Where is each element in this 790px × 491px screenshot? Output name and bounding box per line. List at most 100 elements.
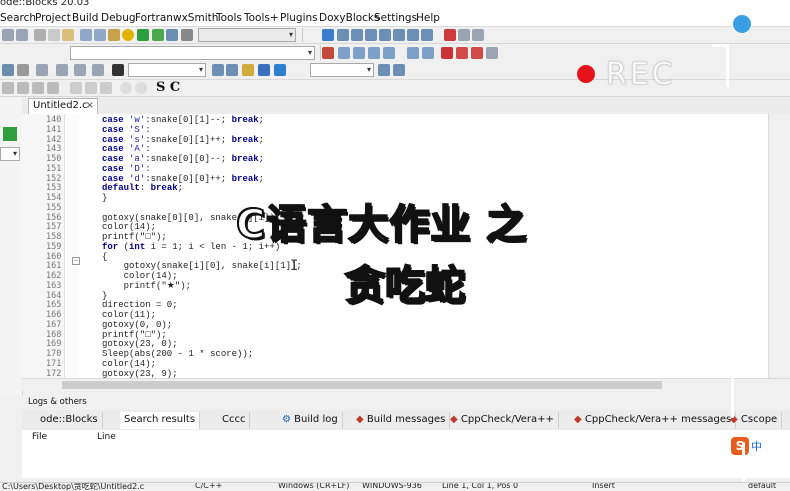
replace-icon[interactable] bbox=[94, 29, 106, 41]
next-change-icon[interactable] bbox=[422, 47, 434, 59]
nav-forward-icon[interactable] bbox=[226, 64, 238, 76]
code-line: case 's':snake[0][1]++; break; bbox=[102, 134, 265, 145]
search-select[interactable]: ▾ bbox=[310, 63, 374, 77]
rect-paste-icon[interactable] bbox=[100, 82, 112, 94]
menu-project[interactable]: Project bbox=[35, 12, 71, 24]
redo-icon[interactable] bbox=[16, 29, 28, 41]
abort-icon[interactable] bbox=[181, 29, 193, 41]
menu-tools[interactable]: Tools bbox=[216, 12, 242, 24]
copy-icon[interactable] bbox=[48, 29, 60, 41]
step-into-icon[interactable] bbox=[365, 29, 377, 41]
flag-prev-icon[interactable] bbox=[456, 47, 468, 59]
jump-forward-icon[interactable] bbox=[383, 47, 395, 59]
terminal-icon[interactable] bbox=[112, 64, 124, 76]
menu-plugins[interactable]: Plugins bbox=[280, 12, 318, 24]
menu-build[interactable]: Build bbox=[72, 12, 98, 24]
options-icon[interactable] bbox=[17, 64, 29, 76]
tab-untitled2[interactable]: Untitled2.c × bbox=[28, 98, 98, 114]
menu-fortran[interactable]: Fortran bbox=[135, 12, 173, 24]
layout-a-icon[interactable] bbox=[2, 82, 14, 94]
step-out-icon[interactable] bbox=[379, 29, 391, 41]
debug-continue-icon[interactable] bbox=[322, 29, 334, 41]
log-tab-cppcheck-messages[interactable]: ◆ CppCheck/Vera++ messages bbox=[570, 412, 737, 429]
log-tab-codeblocks[interactable]: ode::Blocks bbox=[36, 412, 103, 429]
break-debugger-icon[interactable] bbox=[421, 29, 433, 41]
vertical-scrollbar[interactable] bbox=[768, 114, 790, 378]
nav-back-icon[interactable] bbox=[212, 64, 224, 76]
menu-doxyblocks[interactable]: DoxyBlocks bbox=[319, 12, 379, 24]
run-icon[interactable] bbox=[137, 29, 149, 41]
arrow-right-icon[interactable] bbox=[92, 64, 104, 76]
log-tab-cccc[interactable]: Cccc bbox=[218, 412, 251, 429]
scope-select[interactable]: ▾ bbox=[70, 46, 315, 60]
prev-bookmark-icon[interactable] bbox=[338, 47, 350, 59]
menu-wxsmith[interactable]: wxSmith bbox=[173, 12, 218, 24]
regex-icon[interactable] bbox=[274, 64, 286, 76]
record-dot-icon bbox=[577, 65, 595, 83]
build-target-select[interactable]: ▾ bbox=[198, 28, 296, 42]
various-info-icon[interactable] bbox=[472, 29, 484, 41]
menu-search[interactable]: Search bbox=[0, 12, 36, 24]
fold-toggle-icon[interactable]: − bbox=[72, 257, 80, 265]
search-icon[interactable] bbox=[378, 64, 390, 76]
toggle-bookmark-icon[interactable] bbox=[322, 47, 334, 59]
search-options-icon[interactable] bbox=[393, 64, 405, 76]
prev-change-icon[interactable] bbox=[407, 47, 419, 59]
line-number: 152 bbox=[46, 173, 62, 184]
project-icon[interactable] bbox=[3, 127, 17, 141]
layout-c-icon[interactable] bbox=[32, 82, 44, 94]
zoom-out-icon[interactable] bbox=[135, 82, 147, 94]
flag-red-icon[interactable] bbox=[441, 47, 453, 59]
code-line: Sleep(abs(200 - 1 * score)); bbox=[102, 349, 254, 359]
find-icon[interactable] bbox=[80, 29, 92, 41]
gear-icon[interactable] bbox=[122, 29, 134, 41]
rec-label: REC bbox=[606, 57, 676, 93]
menu-tools-plus[interactable]: Tools+ bbox=[244, 12, 279, 24]
flag-next-icon[interactable] bbox=[471, 47, 483, 59]
log-tab-build-messages[interactable]: ◆ Build messages bbox=[352, 412, 451, 429]
log-tab-cppcheck[interactable]: ◆ CppCheck/Vera++ bbox=[446, 412, 559, 429]
rebuild-icon[interactable] bbox=[166, 29, 178, 41]
next-instruction-icon[interactable] bbox=[393, 29, 405, 41]
line-number: 168 bbox=[46, 329, 62, 340]
log-tab-search-results[interactable]: Search results bbox=[120, 412, 201, 429]
next-line-icon[interactable] bbox=[351, 29, 363, 41]
menu-settings[interactable]: Settings bbox=[374, 12, 417, 24]
undo-icon[interactable] bbox=[2, 29, 14, 41]
horizontal-scroll-thumb[interactable] bbox=[62, 381, 662, 389]
rect-copy-icon[interactable] bbox=[85, 82, 97, 94]
bullet-icon[interactable] bbox=[56, 64, 68, 76]
horizontal-scrollbar[interactable] bbox=[22, 378, 790, 391]
rect-select-icon[interactable] bbox=[70, 82, 82, 94]
wrench-icon[interactable] bbox=[36, 64, 48, 76]
format-aa-icon[interactable] bbox=[258, 64, 270, 76]
layout-b-icon[interactable] bbox=[17, 82, 29, 94]
log-tab-cscope[interactable]: ◆ Cscope bbox=[726, 412, 783, 429]
cut-icon[interactable] bbox=[34, 29, 46, 41]
fortran-jump-icon[interactable] bbox=[242, 64, 254, 76]
panel-select[interactable]: ▾ bbox=[0, 147, 20, 161]
run-to-cursor-icon[interactable] bbox=[337, 29, 349, 41]
build-run-icon[interactable] bbox=[152, 29, 164, 41]
zoom-in-icon[interactable] bbox=[120, 82, 132, 94]
next-bookmark-icon[interactable] bbox=[353, 47, 365, 59]
step-instruction-icon[interactable] bbox=[407, 29, 419, 41]
log-tab-build-log[interactable]: ⚙ Build log bbox=[278, 412, 343, 429]
build-settings-icon[interactable] bbox=[108, 29, 120, 41]
status-position: Line 1, Col 1, Pos 0 bbox=[442, 482, 519, 490]
paste-icon[interactable] bbox=[62, 29, 74, 41]
menu-debug[interactable]: Debug bbox=[101, 12, 136, 24]
sc-label[interactable]: S C bbox=[156, 80, 180, 95]
debug-windows-icon[interactable] bbox=[458, 29, 470, 41]
close-icon[interactable]: × bbox=[86, 100, 94, 111]
stop-icon[interactable] bbox=[74, 64, 86, 76]
stop-debugger-icon[interactable] bbox=[444, 29, 456, 41]
layout-d-icon[interactable] bbox=[47, 82, 59, 94]
jump-back-icon[interactable] bbox=[368, 47, 380, 59]
clear-flags-icon[interactable] bbox=[486, 47, 498, 59]
menu-help[interactable]: Help bbox=[416, 12, 440, 24]
code-line: } bbox=[102, 193, 108, 203]
gear-icon: ⚙ bbox=[282, 414, 291, 425]
fortran-select[interactable]: ▾ bbox=[128, 63, 206, 77]
log-tab-label: Cscope bbox=[740, 414, 778, 425]
